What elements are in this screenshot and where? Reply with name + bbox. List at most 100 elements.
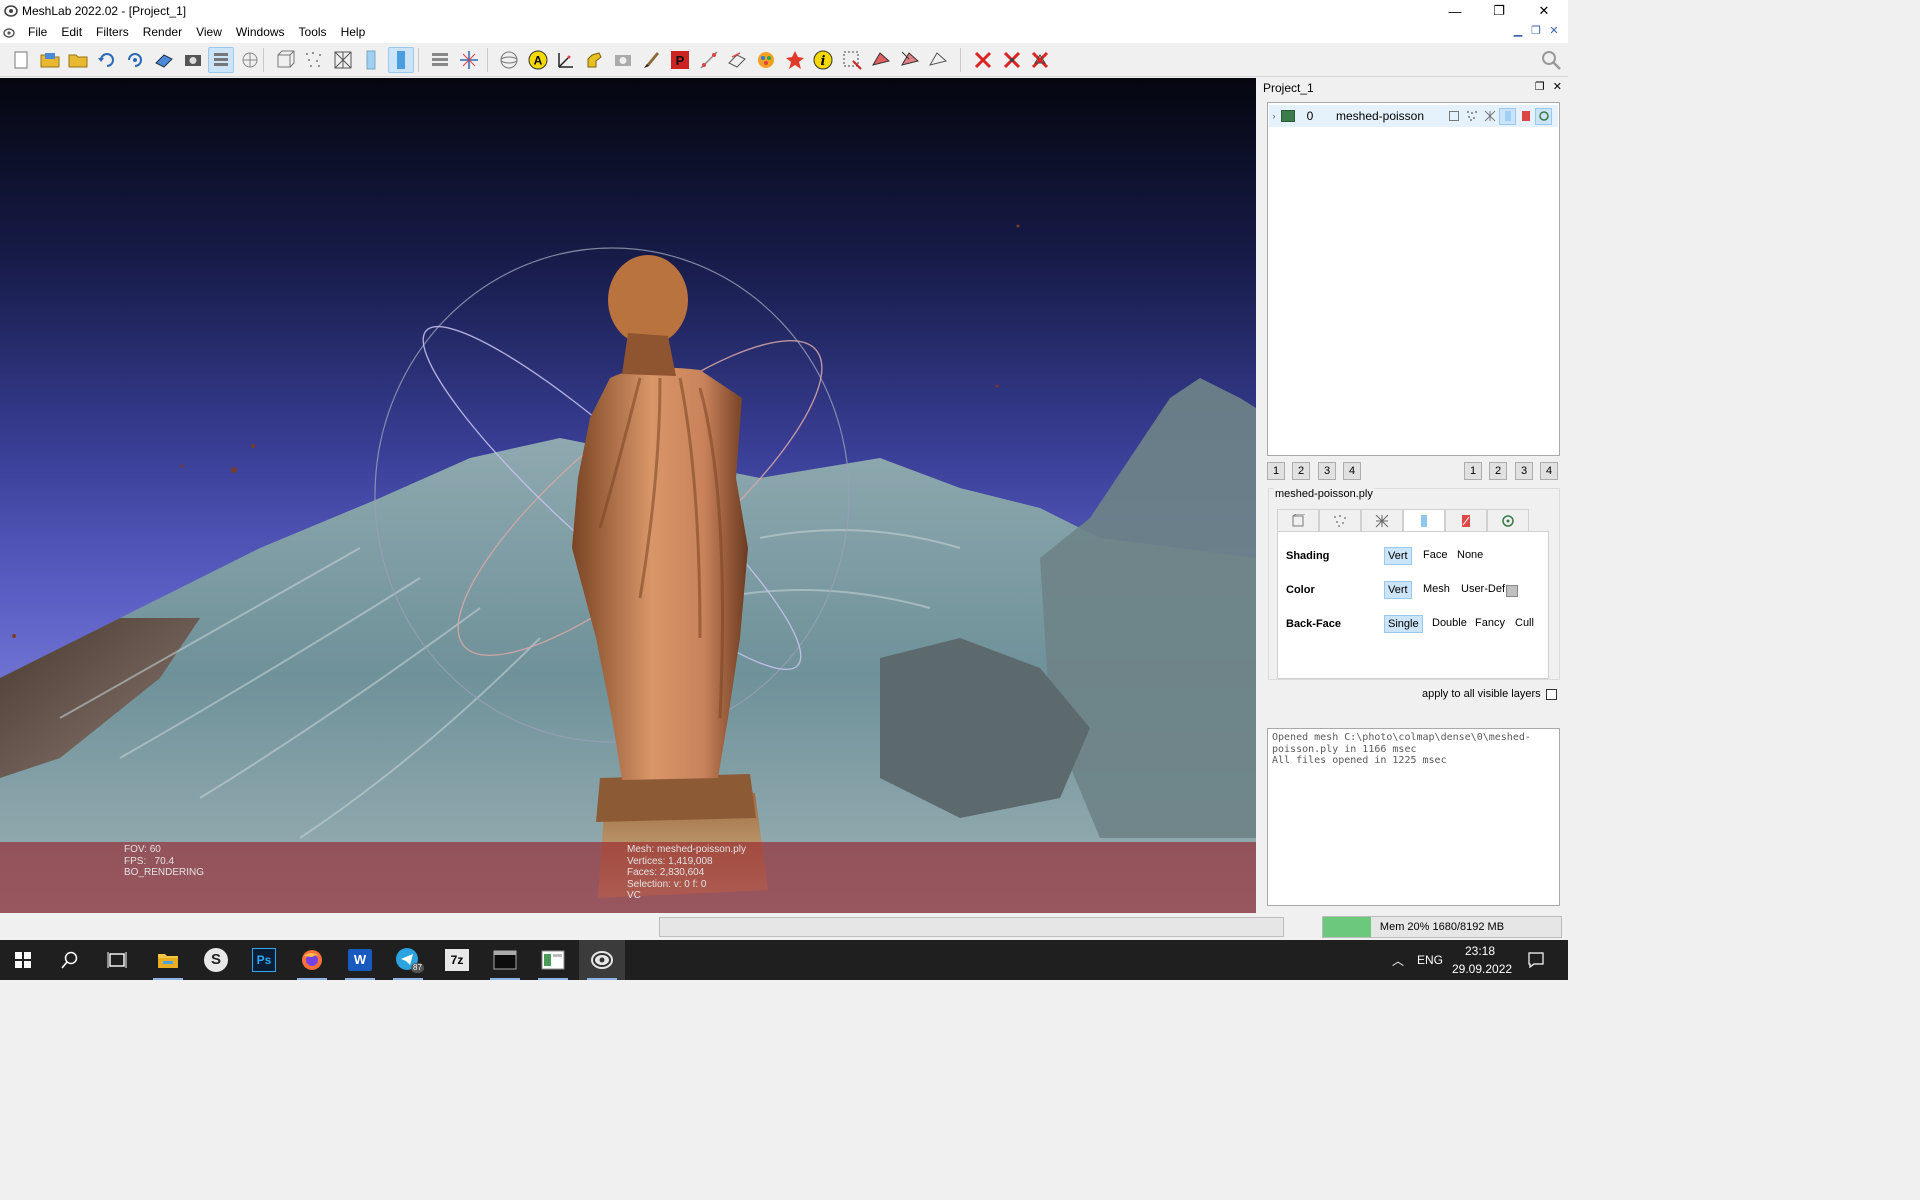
menu-render[interactable]: Render <box>136 22 189 43</box>
snapshot-button[interactable] <box>180 47 206 73</box>
right-view-4-button[interactable]: 4 <box>1540 462 1558 480</box>
shading-face-option[interactable]: Face <box>1420 547 1450 563</box>
menu-filters[interactable]: Filters <box>89 22 136 43</box>
tab-wireframe[interactable] <box>1361 509 1403 531</box>
flat-shading-button[interactable] <box>358 47 384 73</box>
measure-button[interactable] <box>696 47 722 73</box>
color-vert-option[interactable]: Vert <box>1384 581 1412 599</box>
tray-chevron-icon[interactable]: ︿ <box>1392 952 1404 969</box>
menu-file[interactable]: File <box>21 22 54 43</box>
tab-bbox[interactable] <box>1277 509 1319 531</box>
right-view-2-button[interactable]: 2 <box>1489 462 1507 480</box>
close-panel-icon[interactable]: ✕ <box>1553 80 1562 93</box>
color-paint-button[interactable] <box>753 47 779 73</box>
color-userdef-option[interactable]: User-Def <box>1458 581 1508 597</box>
tab-decorators[interactable] <box>1487 509 1529 531</box>
mdi-restore-icon[interactable]: ❐ <box>1528 24 1544 38</box>
layer-list[interactable]: › 0 meshed-poisson <box>1267 102 1560 456</box>
layer-decorator-icon[interactable] <box>1535 107 1552 125</box>
user-color-swatch[interactable] <box>1506 585 1518 597</box>
visibility-eye-icon[interactable] <box>1281 110 1295 122</box>
menu-edit[interactable]: Edit <box>54 22 89 43</box>
right-view-3-button[interactable]: 3 <box>1515 462 1533 480</box>
mdi-close-icon[interactable]: ✕ <box>1546 24 1562 38</box>
log-output[interactable]: Opened mesh C:\photo\colmap\dense\0\mesh… <box>1267 728 1560 906</box>
sphere-button[interactable] <box>496 47 522 73</box>
clock-time[interactable]: 23:18 <box>1465 944 1495 958</box>
delete-faces-button[interactable] <box>970 47 996 73</box>
left-view-2-button[interactable]: 2 <box>1292 462 1310 480</box>
tab-texture[interactable] <box>1445 509 1487 531</box>
firefox-button[interactable] <box>289 940 335 980</box>
start-button[interactable] <box>0 940 46 980</box>
apply-all-checkbox[interactable] <box>1545 688 1557 700</box>
clock-date[interactable]: 29.09.2022 <box>1452 962 1512 976</box>
float-panel-icon[interactable]: ❐ <box>1535 80 1545 93</box>
points-button[interactable] <box>301 47 327 73</box>
paint-brush-button[interactable] <box>638 47 664 73</box>
search-icon[interactable] <box>1540 49 1562 71</box>
minimize-button[interactable]: — <box>1432 0 1478 22</box>
left-view-1-button[interactable]: 1 <box>1267 462 1285 480</box>
reload-button[interactable] <box>94 47 120 73</box>
terminal-button[interactable] <box>482 940 528 980</box>
select-faces-button[interactable] <box>839 47 865 73</box>
language-indicator[interactable]: ENG <box>1417 953 1443 967</box>
tab-fill[interactable] <box>1403 509 1445 531</box>
hand-button[interactable] <box>581 47 607 73</box>
rotate-button[interactable] <box>427 47 453 73</box>
layer-points-icon[interactable] <box>1463 108 1480 125</box>
expand-icon[interactable]: › <box>1269 111 1279 121</box>
task-view-button[interactable] <box>94 940 140 980</box>
telegram-button[interactable]: 87 <box>385 940 431 980</box>
align-button[interactable] <box>724 47 750 73</box>
notifications-icon[interactable] <box>1528 952 1544 968</box>
camera-button[interactable] <box>610 47 636 73</box>
color-mesh-option[interactable]: Mesh <box>1420 581 1453 597</box>
layer-row[interactable]: › 0 meshed-poisson <box>1269 105 1558 127</box>
meshlab-taskbar-button[interactable] <box>579 940 625 980</box>
wireframe-button[interactable] <box>330 47 356 73</box>
menu-tools[interactable]: Tools <box>292 22 334 43</box>
backface-fancy-option[interactable]: Fancy <box>1472 615 1508 631</box>
bbox-button[interactable] <box>272 47 298 73</box>
layer-wire-icon[interactable] <box>1481 108 1498 125</box>
apply-all-row[interactable]: apply to all visible layers <box>1422 688 1557 700</box>
left-view-4-button[interactable]: 4 <box>1343 462 1361 480</box>
backface-double-option[interactable]: Double <box>1429 615 1470 631</box>
import-mesh-button[interactable] <box>65 47 91 73</box>
reload-all-button[interactable] <box>122 47 148 73</box>
3d-viewport[interactable]: FOV: 60 FPS: 70.4 BO_RENDERING Mesh: mes… <box>0 78 1256 913</box>
menu-windows[interactable]: Windows <box>229 22 292 43</box>
shading-none-option[interactable]: None <box>1454 547 1486 563</box>
layer-bbox-icon[interactable] <box>1445 108 1462 125</box>
close-button[interactable]: ✕ <box>1521 0 1567 22</box>
s-app-button[interactable]: S <box>193 940 239 980</box>
layer-texture-icon[interactable] <box>1517 108 1534 125</box>
layers-button[interactable] <box>208 47 234 73</box>
delete-vertices-button[interactable] <box>999 47 1025 73</box>
viewer-app-button[interactable] <box>530 940 576 980</box>
shading-vert-option[interactable]: Vert <box>1384 547 1412 565</box>
georef-button[interactable] <box>782 47 808 73</box>
word-button[interactable]: W <box>337 940 383 980</box>
delete-selection-button[interactable] <box>1027 47 1053 73</box>
layer-fill-icon[interactable] <box>1499 107 1516 125</box>
pick-points-button[interactable]: P <box>667 47 693 73</box>
smooth-shading-button[interactable] <box>388 47 414 73</box>
file-explorer-button[interactable] <box>145 940 191 980</box>
translate-button[interactable] <box>456 47 482 73</box>
meshlab-menu-icon[interactable] <box>3 27 15 39</box>
backface-cull-option[interactable]: Cull <box>1512 615 1537 631</box>
export-mesh-button[interactable] <box>151 47 177 73</box>
select-none-button[interactable] <box>925 47 951 73</box>
axis-button[interactable] <box>553 47 579 73</box>
annotation-a-button[interactable]: A <box>525 47 551 73</box>
menu-view[interactable]: View <box>189 22 229 43</box>
raster-button[interactable] <box>237 47 263 73</box>
left-view-3-button[interactable]: 3 <box>1318 462 1336 480</box>
open-project-button[interactable] <box>37 47 63 73</box>
photoshop-button[interactable]: Ps <box>241 940 287 980</box>
info-button[interactable]: i <box>810 47 836 73</box>
select-connected-button[interactable] <box>897 47 923 73</box>
